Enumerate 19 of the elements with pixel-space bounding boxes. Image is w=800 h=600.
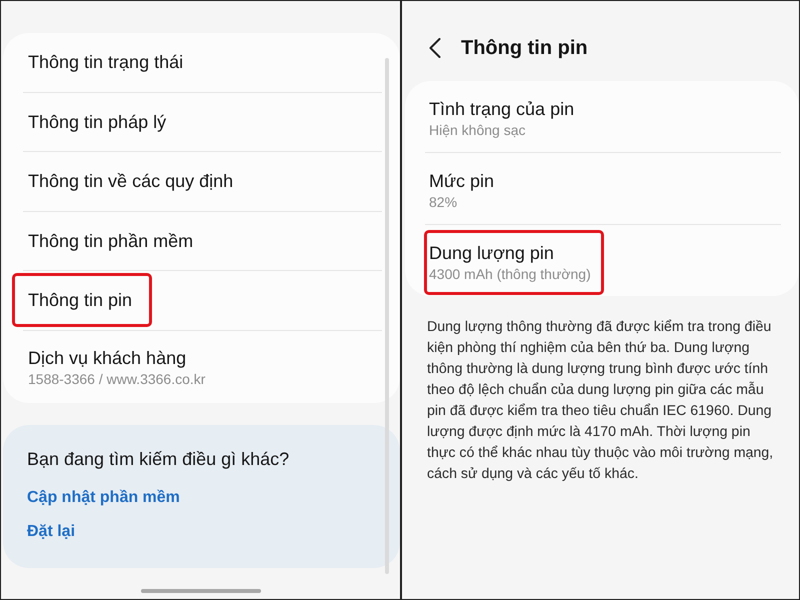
page-title: Thông tin pin (461, 36, 588, 61)
info-item-value: 4300 mAh (thông thường) (429, 265, 591, 284)
menu-item[interactable]: Thông tin pin (28, 288, 132, 312)
info-item-title: Dung lượng pin (429, 242, 555, 265)
menu-item[interactable]: Thông tin pháp lý (28, 110, 166, 134)
menu-item[interactable]: Thông tin về các quy định (28, 169, 234, 193)
suggestion-heading: Bạn đang tìm kiếm điều gì khác? (27, 448, 290, 471)
info-item-value: Hiện không sạc (429, 121, 527, 140)
info-item-value: 82% (429, 193, 458, 212)
menu-item[interactable]: Dịch vụ khách hàng (28, 346, 206, 370)
info-item-title: Tình trạng của pin (429, 98, 574, 121)
suggestion-link[interactable]: Cập nhật phần mềm (27, 487, 376, 509)
description-text: Dung lượng thông thường đã được kiểm tra trong điều kiện phòng thí nghiệm của bên thứ ba. Dung lượng thông thường là dung lượng trung bình được ước tính theo độ lệch chuẩn của dung lượng pin giữa các mẫu pin đã được kiểm tra theo tiêu chuẩn IEC 61960. Dung lượng được định mức là 4170 mAh. Thời lượng pin thực có thể khác nhau tùy thuộc vào môi trường mạng, cách sử dụng và các yếu tố khác. (427, 318, 774, 484)
menu-item[interactable]: Thông tin phần mềm (28, 228, 194, 252)
info-item-title: Mức pin (429, 170, 494, 193)
back-icon[interactable] (429, 38, 441, 58)
suggestion-link[interactable]: Đặt lại (27, 521, 376, 543)
menu-item[interactable]: Thông tin trạng thái (28, 50, 184, 74)
menu-item-subtitle: 1588-3366 / www.3366.co.kr (28, 370, 206, 388)
